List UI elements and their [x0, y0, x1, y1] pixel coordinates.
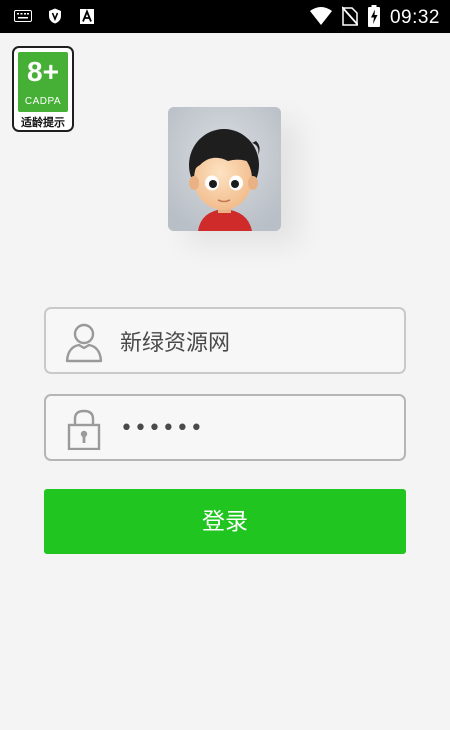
status-bar-right: 09:32 — [309, 5, 440, 31]
age-rating-org: CADPA — [24, 96, 62, 107]
password-field[interactable] — [44, 394, 406, 461]
clock: 09:32 — [389, 7, 440, 28]
shield-icon — [46, 8, 64, 24]
lock-icon — [64, 408, 104, 451]
username-input[interactable] — [120, 319, 390, 363]
battery-charging-icon — [367, 5, 380, 31]
avatar — [168, 107, 281, 231]
age-rating-label: 适龄提示 — [21, 116, 65, 129]
text-a-icon — [78, 8, 96, 24]
user-icon — [64, 321, 104, 363]
keyboard-icon — [14, 8, 32, 24]
status-bar-left — [14, 8, 96, 24]
age-rating-tile: 8+ CADPA — [18, 52, 68, 112]
avatar-illustration — [168, 107, 281, 231]
wifi-icon — [309, 7, 332, 29]
username-field[interactable] — [44, 307, 406, 374]
age-rating-number: 8+ — [27, 56, 59, 87]
status-bar: 09:32 — [0, 0, 450, 33]
login-button[interactable]: 登录 — [44, 489, 406, 554]
password-input[interactable] — [120, 406, 390, 450]
no-sim-icon — [341, 6, 359, 30]
age-rating-badge[interactable]: 8+ CADPA 适龄提示 — [12, 46, 74, 132]
